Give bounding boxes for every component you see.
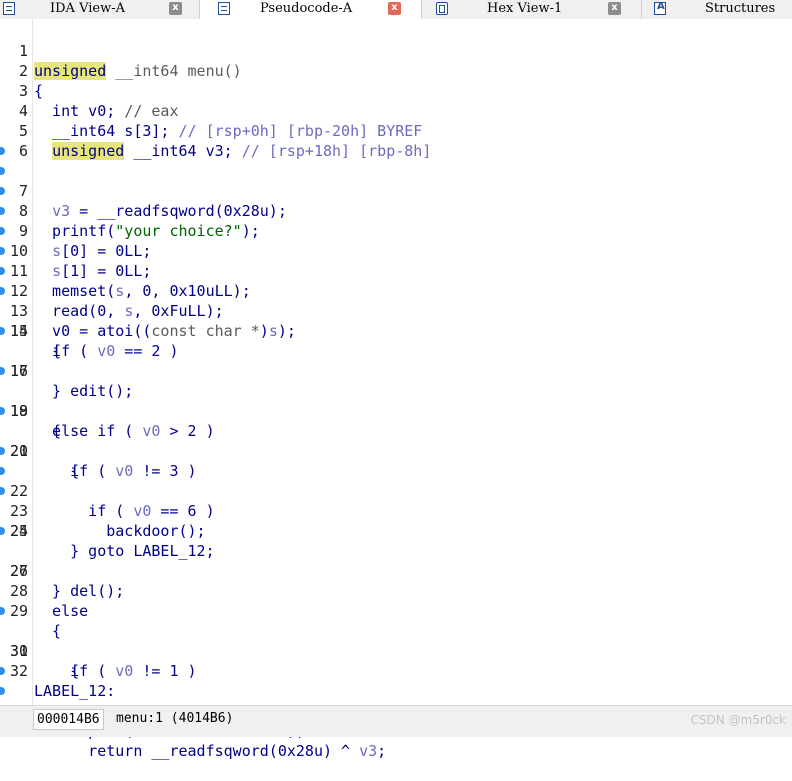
code-line[interactable]: 28 else (0, 561, 792, 620)
breakpoint-dot-icon[interactable] (0, 607, 5, 615)
watermark: CSDN @m5r0ck (690, 713, 786, 727)
tab-hex-view-1[interactable]: Hex View-1 x (422, 0, 642, 19)
code-line[interactable]: 22 if ( v0 == 6 ) (0, 441, 792, 520)
breakpoint-dot-icon[interactable] (0, 227, 5, 235)
tab-label: IDA View-A (50, 1, 125, 16)
code-line[interactable]: 15 { (0, 301, 792, 360)
code-line[interactable]: 32 LABEL_12: (0, 641, 792, 700)
tab-label: Structures (705, 1, 776, 16)
close-icon[interactable]: x (388, 2, 401, 15)
breakpoint-dot-icon[interactable] (0, 527, 5, 535)
code-line[interactable]: 3 int v0; // eax (0, 61, 792, 120)
code-line[interactable]: 16 edit(); (0, 321, 792, 400)
code-line[interactable]: 20 if ( v0 != 3 ) (0, 401, 792, 480)
code-line[interactable]: 24 goto LABEL_12; (0, 481, 792, 560)
code-line[interactable]: 8 printf("your choice?"); (0, 161, 792, 240)
code-line[interactable]: 26 del(); (0, 521, 792, 600)
code-line[interactable]: 6 (0, 121, 792, 160)
code-line[interactable]: 9 s[0] = 0LL; (0, 181, 792, 260)
variable: v3 (359, 742, 378, 760)
breakpoint-dot-icon[interactable] (0, 287, 5, 295)
code-line[interactable]: 11 memset(s, 0, 0x10uLL); (0, 221, 792, 300)
code-line[interactable]: 2 { (0, 41, 792, 100)
code-line[interactable]: 18 else if ( v0 > 2 ) (0, 361, 792, 440)
code-line[interactable]: 30 if ( v0 != 1 ) (0, 601, 792, 680)
address-field[interactable]: 000014B6 (33, 709, 104, 730)
code-line[interactable]: 33 puts("no such choice!"); (0, 661, 792, 740)
code-line[interactable]: 34 return __readfsqword(0x28u) ^ v3; (0, 681, 792, 760)
breakpoint-dot-icon[interactable] (0, 467, 5, 475)
close-icon[interactable]: x (169, 2, 182, 15)
tab-structures[interactable]: A Structures (642, 0, 792, 19)
function-location: menu:1 (4014B6) (116, 711, 234, 726)
code-line[interactable]: 10 s[1] = 0LL; (0, 201, 792, 280)
breakpoint-dot-icon[interactable] (0, 487, 5, 495)
code-line[interactable]: 12 read(0, s, 0xFuLL); (0, 241, 792, 320)
code-line[interactable]: 31 { (0, 621, 792, 680)
breakpoint-dot-icon[interactable] (0, 247, 5, 255)
breakpoint-dot-icon[interactable] (0, 207, 5, 215)
breakpoint-dot-icon[interactable] (0, 667, 5, 675)
code-line[interactable]: 17 } (0, 341, 792, 400)
code-line[interactable]: 19 { (0, 381, 792, 440)
code-line[interactable]: 23 backdoor(); (0, 461, 792, 540)
code-line[interactable]: 25 } (0, 501, 792, 560)
tab-pseudocode-a[interactable]: Pseudocode-A x (200, 0, 422, 19)
code-line[interactable]: 1 unsigned __int64 menu() (0, 21, 792, 80)
breakpoint-dot-icon[interactable] (0, 187, 5, 195)
code-line[interactable]: 5 unsigned __int64 v3; // [rsp+18h] [rbp… (0, 101, 792, 160)
code-line[interactable]: 29 { (0, 581, 792, 640)
breakpoint-dot-icon[interactable] (0, 367, 5, 375)
breakpoint-dot-icon[interactable] (0, 447, 5, 455)
breakpoint-dot-icon[interactable] (0, 147, 5, 155)
code-line[interactable]: 7 v3 = __readfsqword(0x28u); (0, 141, 792, 220)
status-bar: 000014B6 menu:1 (4014B6) CSDN @m5r0ck (0, 705, 792, 737)
tab-label: Hex View-1 (487, 1, 563, 16)
code-line[interactable]: 13 v0 = atoi((const char *)s); (0, 261, 792, 340)
breakpoint-dot-icon[interactable] (0, 327, 5, 335)
tab-bar: IDA View-A x Pseudocode-A x Hex View-1 x… (0, 0, 792, 20)
code-text[interactable]: return __readfsqword(0x28u) ^ v3; (34, 741, 386, 761)
tab-ida-view-a[interactable]: IDA View-A x (0, 0, 200, 19)
code-token: ; (377, 742, 387, 760)
code-line[interactable]: 21 { (0, 421, 792, 480)
code-line[interactable]: 27 } (0, 541, 792, 600)
tab-label: Pseudocode-A (260, 1, 353, 16)
breakpoint-dot-icon[interactable] (0, 687, 5, 695)
breakpoint-dot-icon[interactable] (0, 167, 5, 175)
close-icon[interactable]: x (608, 2, 621, 15)
disassembly-view-icon (3, 2, 15, 15)
code-line[interactable]: 14 if ( v0 == 2 ) (0, 281, 792, 360)
code-token: return __readfsqword(0x28u) ^ (34, 742, 360, 760)
breakpoint-dot-icon[interactable] (0, 267, 5, 275)
pseudocode-icon (218, 2, 230, 15)
code-line[interactable]: 4 __int64 s[3]; // [rsp+0h] [rbp-20h] BY… (0, 81, 792, 140)
hex-view-icon (436, 2, 448, 15)
breakpoint-dot-icon[interactable] (0, 407, 5, 415)
structures-icon: A (654, 1, 666, 15)
pseudocode-editor[interactable]: 1 unsigned __int64 menu() 2 { 3 int v0; … (0, 19, 792, 760)
